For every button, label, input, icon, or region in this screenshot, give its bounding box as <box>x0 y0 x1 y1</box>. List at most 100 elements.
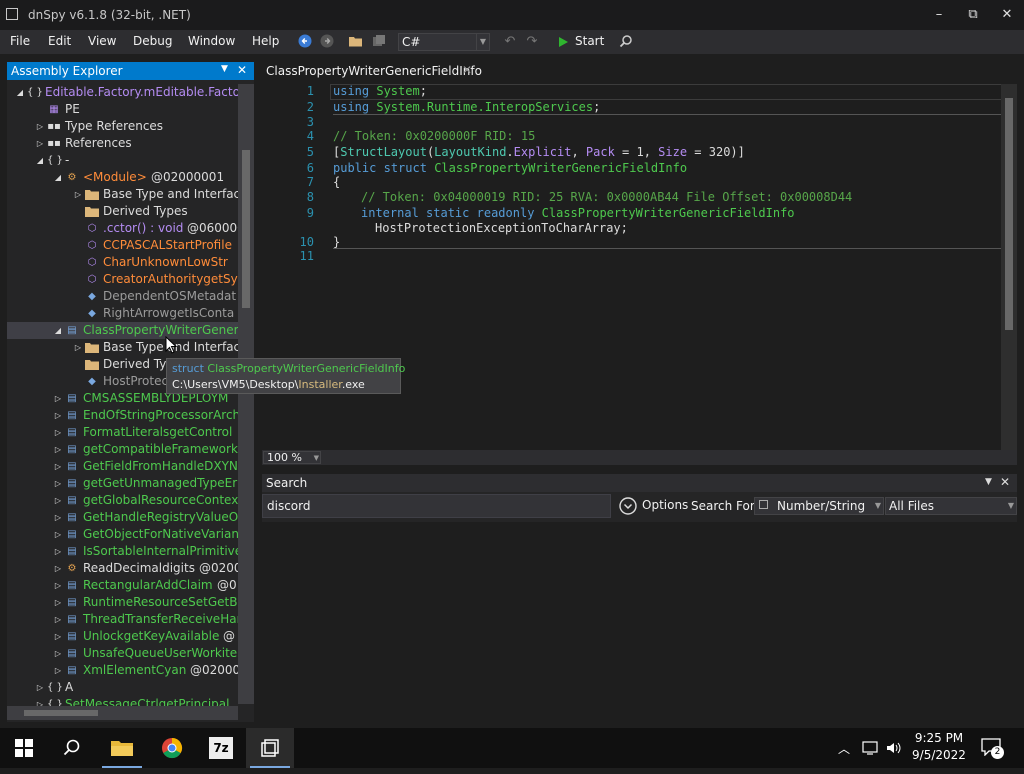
tree-node[interactable]: ▷ ▤ UnsafeQueueUserWorkite <box>7 645 254 662</box>
tree-node[interactable]: ◢ ⚙ <Module> @02000001 <box>7 169 254 186</box>
tree-node[interactable]: ▷ ▤ getGetUnmanagedTypeEr <box>7 475 254 492</box>
tree-expand-icon[interactable]: ▷ <box>53 594 63 611</box>
tree-expand-icon[interactable]: ▷ <box>73 339 83 356</box>
search-results-list[interactable] <box>262 522 1017 722</box>
tree-node[interactable]: ▷ ▤ XmlElementCyan @02000 <box>7 662 254 679</box>
save-all-icon[interactable] <box>371 34 387 50</box>
tree-collapse-icon[interactable]: ◢ <box>53 322 63 339</box>
tree-node[interactable]: ▷ ▤ getCompatibleFramework <box>7 441 254 458</box>
search-icon[interactable] <box>618 34 634 50</box>
tree-node[interactable]: ▷{ } A <box>7 679 254 696</box>
menu-window[interactable]: Window <box>186 32 237 50</box>
tree-node[interactable]: ▷ ▤ GetHandleRegistryValueO <box>7 509 254 526</box>
tree-node[interactable]: ▷ ▤ RectangularAddClaim @0 <box>7 577 254 594</box>
tree-expand-icon[interactable]: ▷ <box>53 611 63 628</box>
tab-class-property-writer[interactable]: ClassPropertyWriterGenericFieldInfo ✕ <box>262 60 482 84</box>
tree-node[interactable]: ▷ ▪▪ References <box>7 135 254 152</box>
tree-expand-icon[interactable]: ▷ <box>53 645 63 662</box>
code-editor[interactable]: 1 2 3 4 5 6 7 8 9 10 11 using System; us… <box>262 82 1017 450</box>
zoom-select[interactable]: 100 % ▼ <box>263 451 321 464</box>
redo-icon[interactable]: ↷ <box>524 34 540 50</box>
tree-node[interactable]: ▷ ▤ EndOfStringProcessorArch <box>7 407 254 424</box>
menu-view[interactable]: View <box>86 32 118 50</box>
tree-collapse-icon[interactable]: ◢ <box>35 152 45 169</box>
menu-edit[interactable]: Edit <box>46 32 73 50</box>
navigate-back-icon[interactable] <box>297 34 313 50</box>
tree-expand-icon[interactable]: ▷ <box>53 543 63 560</box>
tree-node[interactable]: ⬡ CCPASCALStartProfile <box>7 237 254 254</box>
tree-node[interactable]: ◢▤ClassPropertyWriterGenericFieldInfo <box>7 322 254 339</box>
search-options-button[interactable]: Options <box>619 497 689 515</box>
tree-expand-icon[interactable]: ▷ <box>53 458 63 475</box>
tree-expand-icon[interactable]: ▷ <box>35 135 45 152</box>
tree-node[interactable]: ⬡ CreatorAuthoritygetSy <box>7 271 254 288</box>
tab-close-icon[interactable]: ✕ <box>462 63 472 77</box>
tree-expand-icon[interactable]: ▷ <box>53 560 63 577</box>
editor-vertical-scroll-thumb[interactable] <box>1005 98 1013 330</box>
minimize-button[interactable]: – <box>924 5 954 25</box>
tree-expand-icon[interactable]: ▷ <box>35 679 45 696</box>
tree-node[interactable]: ◆ RightArrowgetIsConta <box>7 305 254 322</box>
chrome-taskbar-button[interactable] <box>148 728 196 768</box>
tree-node[interactable]: ▷ Base Type and Interfaces <box>7 186 254 203</box>
tree-expand-icon[interactable]: ▷ <box>53 441 63 458</box>
tree-node[interactable]: ▷ Base Type and Interfaces <box>7 339 254 356</box>
close-button[interactable]: ✕ <box>992 5 1022 25</box>
menu-file[interactable]: File <box>8 32 32 50</box>
tree-node[interactable]: ◆ DependentOSMetadat <box>7 288 254 305</box>
tree-node[interactable]: ▷ ⚙ ReadDecimaldigits @0200 <box>7 560 254 577</box>
search-input[interactable]: discord <box>262 494 611 518</box>
tree-collapse-icon[interactable]: ◢ <box>53 169 63 186</box>
navigate-forward-icon[interactable] <box>319 34 335 50</box>
tree-node[interactable]: ⬡ CharUnknownLowStr <box>7 254 254 271</box>
dropdown-arrow-icon[interactable]: ▼ <box>221 64 228 74</box>
tree-expand-icon[interactable]: ▷ <box>53 475 63 492</box>
taskbar-search-button[interactable] <box>48 728 96 768</box>
tree-collapse-icon[interactable]: ◢ <box>15 84 25 101</box>
tree-expand-icon[interactable]: ▷ <box>53 492 63 509</box>
undo-icon[interactable]: ↶ <box>502 34 518 50</box>
close-icon[interactable]: ✕ <box>1000 475 1010 489</box>
tree-expand-icon[interactable]: ▷ <box>53 577 63 594</box>
tree-expand-icon[interactable]: ▷ <box>53 390 63 407</box>
tree-expand-icon[interactable]: ▷ <box>53 662 63 679</box>
tree-expand-icon[interactable]: ▷ <box>35 118 45 135</box>
tree-node[interactable]: ▷ ▤ ThreadTransferReceiveHar <box>7 611 254 628</box>
network-icon[interactable] <box>862 740 880 756</box>
tree-node[interactable]: ▦ PE <box>7 101 254 118</box>
tree-node[interactable]: ▷ ▤ UnlockgetKeyAvailable @ <box>7 628 254 645</box>
tree-expand-icon[interactable]: ▷ <box>53 628 63 645</box>
search-scope-select[interactable]: All Files ▼ <box>885 497 1017 515</box>
tree-node[interactable]: ▷ ▤ FormatLiteralsgetControl <box>7 424 254 441</box>
taskbar-clock[interactable]: 9:25 PM 9/5/2022 <box>900 730 978 764</box>
tree-node[interactable]: ▷ ▪▪ Type References <box>7 118 254 135</box>
tree-node[interactable]: ◢{ } - <box>7 152 254 169</box>
action-center-button[interactable]: 2 <box>981 738 1005 759</box>
tree-node[interactable]: ▷ ▤ RuntimeResourceSetGetB <box>7 594 254 611</box>
search-for-select[interactable]: Number/String ▼ <box>754 497 884 515</box>
tree-expand-icon[interactable]: ▷ <box>53 509 63 526</box>
tree-node[interactable]: ▷ ▤ IsSortableInternalPrimitive <box>7 543 254 560</box>
dropdown-arrow-icon[interactable]: ▼ <box>985 477 992 487</box>
7zip-taskbar-button[interactable]: 7z <box>197 728 245 768</box>
open-folder-icon[interactable] <box>348 34 364 50</box>
start-menu-button[interactable] <box>0 728 48 768</box>
menu-debug[interactable]: Debug <box>131 32 174 50</box>
language-select[interactable]: C# ▼ <box>398 33 490 51</box>
tree-node[interactable]: ▷ ▤ GetFieldFromHandleDXYN <box>7 458 254 475</box>
menu-help[interactable]: Help <box>250 32 281 50</box>
tree-expand-icon[interactable]: ▷ <box>53 407 63 424</box>
maximize-button[interactable]: ⧉ <box>958 5 988 25</box>
tree-expand-icon[interactable]: ▷ <box>53 526 63 543</box>
show-hidden-icons-icon[interactable]: ︿ <box>838 740 850 757</box>
tree-node[interactable]: ▷ ▤ getGlobalResourceContex <box>7 492 254 509</box>
tree-horizontal-scroll-thumb[interactable] <box>24 710 98 716</box>
tree-node[interactable]: ⬡ .cctor() : void @060000 <box>7 220 254 237</box>
tree-expand-icon[interactable]: ▷ <box>53 424 63 441</box>
dnspy-taskbar-button[interactable] <box>246 728 294 768</box>
close-icon[interactable]: ✕ <box>237 63 247 77</box>
tree-vertical-scroll-thumb[interactable] <box>242 150 250 308</box>
tree-expand-icon[interactable]: ▷ <box>73 186 83 203</box>
start-debug-button[interactable]: Start <box>555 33 605 51</box>
tree-node[interactable]: ▷ ▤ GetObjectForNativeVarian <box>7 526 254 543</box>
